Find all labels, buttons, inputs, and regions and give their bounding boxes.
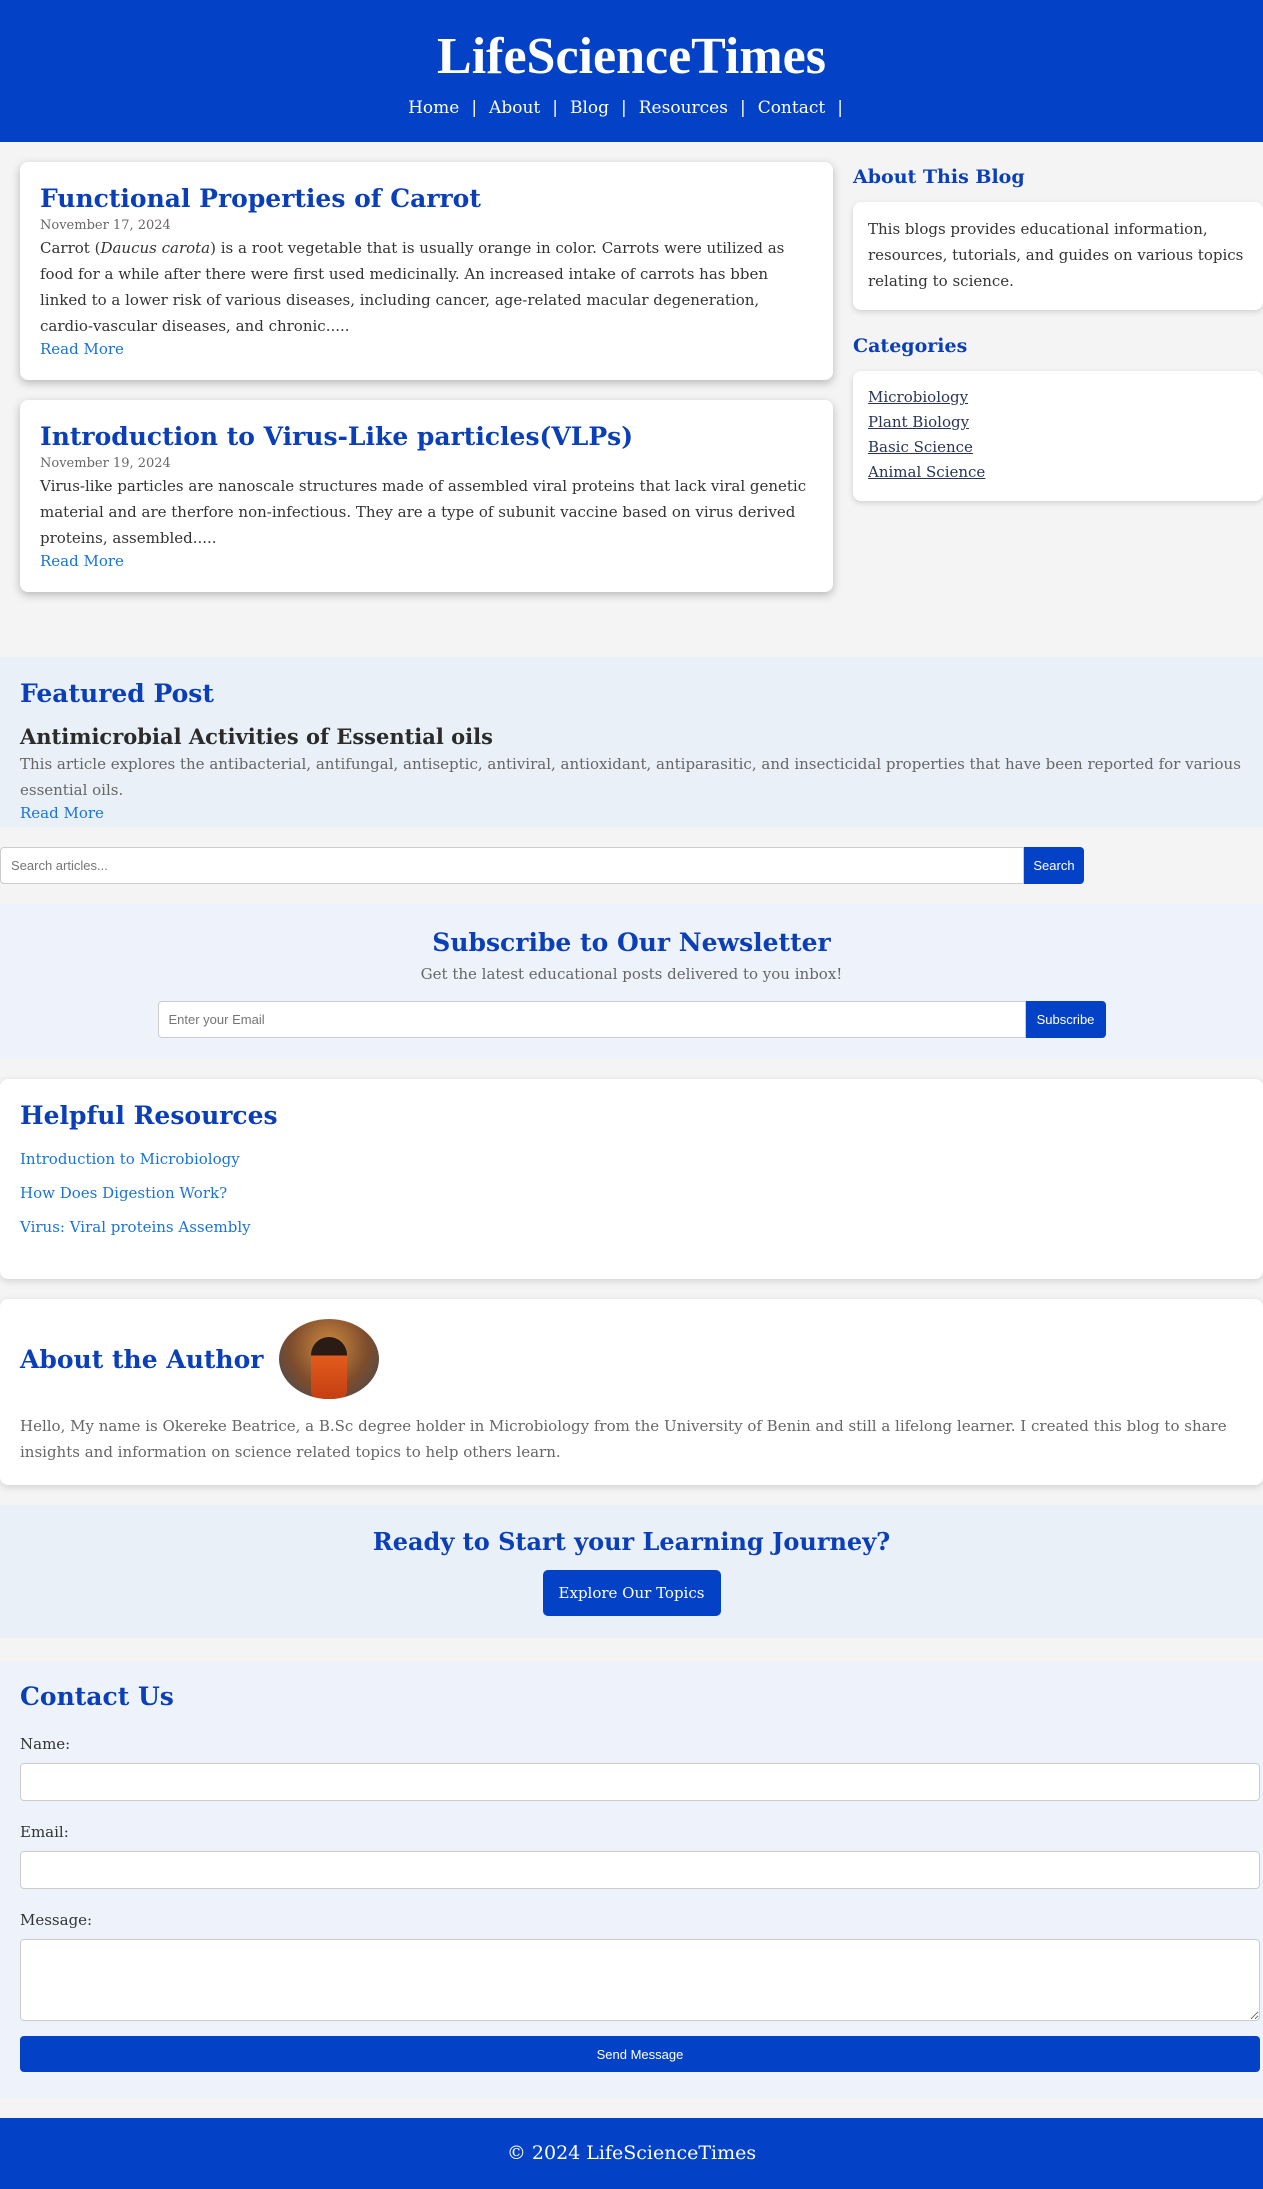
category-link-microbiology[interactable]: Microbiology [868, 385, 1248, 410]
resource-link[interactable]: How Does Digestion Work? [20, 1184, 1243, 1202]
post-title: Introduction to Virus-Like particles(VLP… [40, 422, 634, 451]
message-label: Message: [20, 1911, 93, 1929]
send-message-button[interactable]: Send Message [20, 2036, 1260, 2072]
category-link-basic-science[interactable]: Basic Science [868, 435, 1248, 460]
category-link-animal-science[interactable]: Animal Science [868, 460, 1248, 485]
newsletter-section: Subscribe to Our Newsletter Get the late… [0, 904, 1263, 1059]
categories-heading: Categories [853, 335, 968, 357]
featured-section: Featured Post Antimicrobial Activities o… [0, 657, 1263, 827]
main-content: Functional Properties of Carrot November… [0, 142, 1263, 657]
featured-title: Antimicrobial Activities of Essential oi… [20, 724, 493, 749]
nav-contact-link[interactable]: Contact [758, 98, 826, 118]
read-more-link[interactable]: Read More [40, 340, 124, 358]
main-nav: Home | About | Blog | Resources | Contact | [0, 98, 1263, 118]
post-title: Functional Properties of Carrot [40, 184, 481, 213]
message-field[interactable] [20, 1939, 1260, 2021]
cta-heading: Ready to Start your Learning Journey? [372, 1527, 891, 1556]
post-date: November 19, 2024 [40, 456, 171, 471]
author-bio: Hello, My name is Okereke Beatrice, a B.… [20, 1417, 1227, 1461]
featured-text: This article explores the antibacterial,… [20, 755, 1241, 799]
posts-column: Functional Properties of Carrot November… [20, 162, 833, 637]
contact-section: Contact Us Name: Email: Message: Send Me… [0, 1662, 1263, 2098]
resource-link[interactable]: Introduction to Microbiology [20, 1150, 1243, 1168]
about-blog-text: This blogs provides educational informat… [868, 220, 1244, 290]
subscribe-button[interactable]: Subscribe [1025, 1001, 1106, 1038]
explore-topics-button[interactable]: Explore Our Topics [542, 1570, 721, 1616]
nav-about-link[interactable]: About [489, 98, 540, 118]
read-more-link[interactable]: Read More [40, 552, 124, 570]
email-field[interactable] [20, 1851, 1260, 1889]
site-title: LifeScienceTimes [437, 28, 826, 85]
author-header: About the Author [20, 1319, 1243, 1399]
post-excerpt: Carrot (Daucus carota) is a root vegetab… [40, 235, 813, 339]
sidebar: About This Blog This blogs provides educ… [853, 162, 1263, 637]
nav-separator: | [739, 98, 746, 118]
search-button[interactable]: Search [1024, 847, 1084, 884]
newsletter-form: Subscribe [0, 1001, 1263, 1038]
nav-home-link[interactable]: Home [408, 98, 459, 118]
resources-heading: Helpful Resources [20, 1101, 278, 1130]
nav-resources-link[interactable]: Resources [639, 98, 728, 118]
about-blog-box: This blogs provides educational informat… [853, 202, 1263, 310]
post-card: Introduction to Virus-Like particles(VLP… [20, 400, 833, 592]
search-input[interactable] [0, 847, 1024, 884]
nav-separator: | [471, 98, 478, 118]
site-header: LifeScienceTimes Home | About | Blog | Resourc… [0, 0, 1263, 142]
newsletter-email-input[interactable] [157, 1001, 1026, 1038]
search-bar: Search [0, 827, 1263, 904]
contact-heading: Contact Us [20, 1682, 174, 1711]
newsletter-subtext: Get the latest educational posts deliver… [420, 965, 843, 983]
featured-read-more-link[interactable]: Read More [20, 804, 104, 822]
nav-separator: | [552, 98, 558, 118]
resources-section: Helpful Resources Introduction to Microb… [0, 1079, 1263, 1279]
author-figure [311, 1337, 348, 1399]
about-blog-heading: About This Blog [853, 166, 1025, 188]
resource-link[interactable]: Virus: Viral proteins Assembly [20, 1218, 1243, 1236]
post-excerpt-text: Carrot ( [40, 239, 101, 257]
footer-copyright: © 2024 LifeScienceTimes [506, 2142, 757, 2164]
author-section: About the Author Hello, My name is Okere… [0, 1299, 1263, 1485]
nav-separator: | [837, 98, 843, 118]
cta-section: Ready to Start your Learning Journey? Ex… [0, 1505, 1263, 1638]
nav-blog-link[interactable]: Blog [570, 98, 609, 118]
post-date: November 17, 2024 [40, 218, 171, 233]
email-label: Email: [20, 1823, 69, 1841]
nav-separator: | [621, 98, 627, 118]
post-excerpt-species: Daucus carota [100, 239, 211, 257]
name-label: Name: [20, 1735, 71, 1753]
newsletter-heading: Subscribe to Our Newsletter [432, 928, 831, 957]
author-heading: About the Author [20, 1344, 264, 1374]
author-avatar [279, 1319, 380, 1399]
name-field[interactable] [20, 1763, 1260, 1801]
featured-heading: Featured Post [20, 679, 214, 708]
site-footer: © 2024 LifeScienceTimes [0, 2118, 1263, 2189]
categories-box: Microbiology Plant Biology Basic Science… [853, 371, 1263, 501]
category-link-plant-biology[interactable]: Plant Biology [868, 410, 1248, 435]
post-card: Functional Properties of Carrot November… [20, 162, 833, 380]
post-excerpt: Virus-like particles are nanoscale struc… [40, 477, 807, 547]
